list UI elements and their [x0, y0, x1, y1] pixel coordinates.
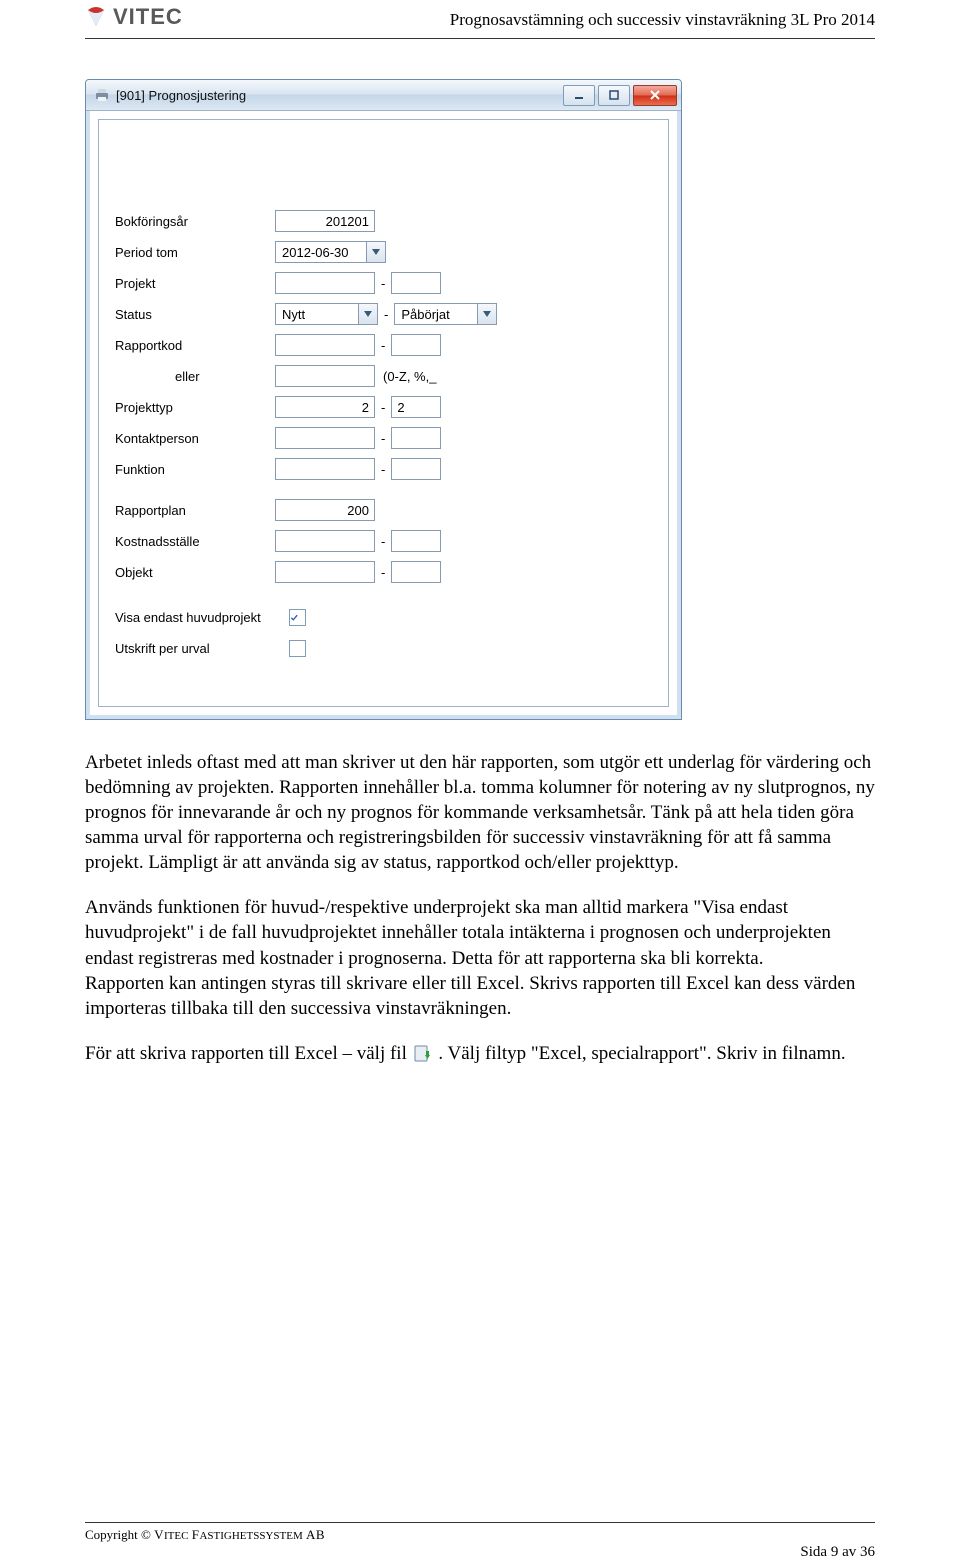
titlebar[interactable]: [901] Prognosjustering — [86, 80, 681, 111]
hint-eller: (0-Z, %,_ — [375, 369, 436, 384]
input-kostnadsstalle-from[interactable] — [275, 530, 375, 552]
input-projekttyp-from[interactable]: 2 — [275, 396, 375, 418]
row-projekt: Projekt - — [115, 272, 652, 294]
combo-period-tom-value: 2012-06-30 — [276, 242, 366, 262]
form-panel: Bokföringsår 201201 Period tom 2012-06-3… — [98, 119, 669, 707]
label-funktion: Funktion — [115, 462, 275, 477]
row-bokforingsar: Bokföringsår 201201 — [115, 210, 652, 232]
window-title: [901] Prognosjustering — [116, 88, 246, 103]
page: VITEC Prognosavstämning och successiv vi… — [0, 0, 960, 1565]
combo-status-to[interactable]: Påbörjat — [394, 303, 497, 325]
paragraph-1: Arbetet inleds oftast med att man skrive… — [85, 750, 875, 875]
label-projekttyp: Projekttyp — [115, 400, 275, 415]
input-bokforingsar[interactable]: 201201 — [275, 210, 375, 232]
chevron-down-icon[interactable] — [477, 304, 496, 324]
window-buttons — [563, 85, 677, 106]
row-status: Status Nytt - Påbörjat — [115, 303, 652, 325]
label-period-tom: Period tom — [115, 245, 275, 260]
combo-status-from[interactable]: Nytt — [275, 303, 378, 325]
dash: - — [375, 338, 391, 353]
page-header: VITEC Prognosavstämning och successiv vi… — [85, 0, 875, 39]
row-funktion: Funktion - — [115, 458, 652, 480]
input-funktion-from[interactable] — [275, 458, 375, 480]
paragraph-4: För att skriva rapporten till Excel – vä… — [85, 1041, 875, 1066]
combo-status-to-value: Påbörjat — [395, 304, 477, 324]
page-number: Sida 9 av 36 — [800, 1544, 875, 1561]
app-window: [901] Prognosjustering Bokföringsår 2012… — [85, 79, 682, 720]
dash: - — [375, 565, 391, 580]
label-kontaktperson: Kontaktperson — [115, 431, 275, 446]
label-visa-endast: Visa endast huvudprojekt — [115, 610, 285, 625]
printer-icon — [94, 87, 110, 103]
input-rapportkod-to[interactable] — [391, 334, 441, 356]
label-rapportkod: Rapportkod — [115, 338, 275, 353]
logo-mark-icon — [85, 6, 107, 28]
input-objekt-from[interactable] — [275, 561, 375, 583]
row-projekttyp: Projekttyp 2 - 2 — [115, 396, 652, 418]
input-funktion-to[interactable] — [391, 458, 441, 480]
input-kontaktperson-to[interactable] — [391, 427, 441, 449]
input-rapportkod-from[interactable] — [275, 334, 375, 356]
checkbox-utskrift-per-urval[interactable] — [289, 640, 306, 657]
paragraph-4b: . Välj filtyp "Excel, specialrapport". S… — [438, 1043, 845, 1064]
label-bokforingsar: Bokföringsår — [115, 214, 275, 229]
row-kontaktperson: Kontaktperson - — [115, 427, 652, 449]
paragraph-4a: För att skriva rapporten till Excel – vä… — [85, 1043, 412, 1064]
row-rapportkod: Rapportkod - — [115, 334, 652, 356]
checkbox-visa-endast[interactable] — [289, 609, 306, 626]
window-client: Bokföringsår 201201 Period tom 2012-06-3… — [86, 111, 681, 719]
label-status: Status — [115, 307, 275, 322]
row-objekt: Objekt - — [115, 561, 652, 583]
maximize-button[interactable] — [598, 85, 630, 106]
row-utskrift-per-urval: Utskrift per urval — [115, 637, 652, 659]
row-period-tom: Period tom 2012-06-30 — [115, 241, 652, 263]
label-objekt: Objekt — [115, 565, 275, 580]
input-rapportplan[interactable]: 200 — [275, 499, 375, 521]
paragraph-3: Rapporten kan antingen styras till skriv… — [85, 971, 875, 1021]
label-kostnadsstalle: Kostnadsställe — [115, 534, 275, 549]
dash: - — [375, 400, 391, 415]
minimize-button[interactable] — [563, 85, 595, 106]
dash: - — [375, 462, 391, 477]
file-save-icon — [414, 1044, 432, 1061]
logo: VITEC — [85, 4, 183, 30]
row-rapportplan: Rapportplan 200 — [115, 499, 652, 521]
copyright: Copyright © VITEC FASTIGHETSSYSTEM AB — [85, 1527, 325, 1543]
input-projekt-to[interactable] — [391, 272, 441, 294]
header-title: Prognosavstämning och successiv vinstavr… — [450, 10, 875, 30]
logo-text: VITEC — [113, 4, 183, 30]
row-eller: eller (0-Z, %,_ — [115, 365, 652, 387]
dash: - — [375, 276, 391, 291]
label-projekt: Projekt — [115, 276, 275, 291]
label-eller: eller — [115, 369, 275, 384]
combo-status-from-value: Nytt — [276, 304, 358, 324]
chevron-down-icon[interactable] — [358, 304, 377, 324]
input-projekttyp-to[interactable]: 2 — [391, 396, 441, 418]
page-footer: Copyright © VITEC FASTIGHETSSYSTEM AB Si… — [85, 1522, 875, 1543]
body-text: Arbetet inleds oftast med att man skrive… — [85, 750, 875, 1066]
dash: - — [378, 307, 394, 322]
combo-period-tom[interactable]: 2012-06-30 — [275, 241, 386, 263]
close-button[interactable] — [633, 85, 677, 106]
input-kostnadsstalle-to[interactable] — [391, 530, 441, 552]
input-eller[interactable] — [275, 365, 375, 387]
label-utskrift-per-urval: Utskrift per urval — [115, 641, 285, 656]
input-kontaktperson-from[interactable] — [275, 427, 375, 449]
label-rapportplan: Rapportplan — [115, 503, 275, 518]
dash: - — [375, 534, 391, 549]
row-visa-endast: Visa endast huvudprojekt — [115, 606, 652, 628]
chevron-down-icon[interactable] — [366, 242, 385, 262]
row-kostnadsstalle: Kostnadsställe - — [115, 530, 652, 552]
input-objekt-to[interactable] — [391, 561, 441, 583]
input-projekt-from[interactable] — [275, 272, 375, 294]
dash: - — [375, 431, 391, 446]
paragraph-2: Används funktionen för huvud-/respektive… — [85, 895, 875, 970]
